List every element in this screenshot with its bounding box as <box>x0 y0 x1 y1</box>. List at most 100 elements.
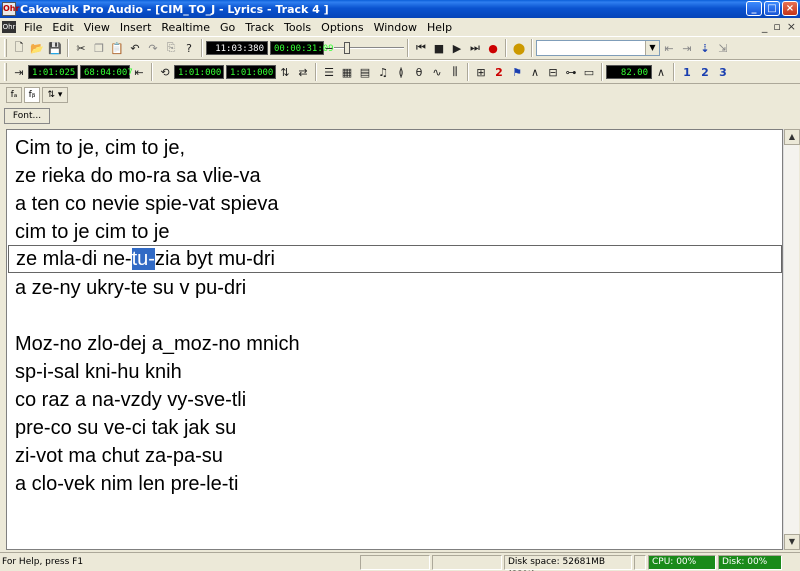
window-title: Cakewalk Pro Audio - [CIM_TO_J - Lyrics … <box>20 2 329 16</box>
piano-roll-icon[interactable]: ▦ <box>338 63 356 81</box>
menu-help[interactable]: Help <box>422 21 457 34</box>
track-select-button[interactable]: ⇅ ▾ <box>42 87 68 103</box>
loop-icon[interactable]: ⟲ <box>156 63 174 81</box>
marker-flag-icon[interactable]: ⚑ <box>508 63 526 81</box>
smpte-time-display[interactable]: 00:00:31:09 <box>270 41 334 55</box>
lyric-line[interactable]: a ze-ny ukry-te su v pu-dri <box>15 274 246 302</box>
save-icon[interactable]: 💾 <box>46 39 64 57</box>
document-icon[interactable]: Ohr <box>2 21 16 33</box>
cut-icon[interactable]: ✂ <box>72 39 90 57</box>
tempo-ratio-2-icon[interactable]: 2 <box>696 63 714 81</box>
from-marker-icon[interactable]: ⇥ <box>10 63 28 81</box>
paste-icon[interactable]: 📋 <box>108 39 126 57</box>
maximize-button[interactable]: □ <box>764 1 780 16</box>
marker-prev-icon[interactable]: ⇤ <box>660 39 678 57</box>
meter-key-icon[interactable]: 2 <box>490 63 508 81</box>
lyric-line[interactable]: a ten co nevie spie-vat spieva <box>15 190 279 218</box>
tempo-ratio-3-icon[interactable]: 3 <box>714 63 732 81</box>
loop-toggle-icon[interactable]: ⇄ <box>294 63 312 81</box>
undo-icon[interactable]: ↶ <box>126 39 144 57</box>
faders-icon[interactable]: ⊶ <box>562 63 580 81</box>
redo-icon[interactable]: ↷ <box>144 39 162 57</box>
loop-end-display[interactable]: 1:01:000 <box>226 65 276 79</box>
open-folder-icon[interactable]: 📂 <box>28 39 46 57</box>
menu-tools[interactable]: Tools <box>279 21 316 34</box>
lyric-line-current[interactable]: ze mla-di ne-tu-zia byt mu-dri <box>8 245 782 273</box>
menu-realtime[interactable]: Realtime <box>156 21 215 34</box>
lyric-line[interactable]: sp-i-sal kni-hu knih <box>15 358 182 386</box>
help-icon[interactable]: ? <box>180 39 198 57</box>
tempo-display[interactable]: 82.00 <box>606 65 652 79</box>
minimize-button[interactable]: _ <box>746 1 762 16</box>
toolbar-grip[interactable] <box>4 63 7 81</box>
scroll-up-icon[interactable]: ▲ <box>784 129 800 145</box>
lyrics-pane[interactable]: Cim to je, cim to je, ze rieka do mo-ra … <box>6 129 783 550</box>
console-icon[interactable]: ⫼ <box>446 63 464 81</box>
marker-list-icon[interactable]: ⇲ <box>714 39 732 57</box>
menu-edit[interactable]: Edit <box>47 21 78 34</box>
lyric-line[interactable]: Cim to je, cim to je, <box>15 134 185 162</box>
rewind-to-start-icon[interactable]: ⏮ <box>412 39 430 57</box>
font-button[interactable]: Font... <box>4 108 50 124</box>
menu-track[interactable]: Track <box>240 21 279 34</box>
mdi-minimize-button[interactable]: _ <box>762 20 768 33</box>
menu-file[interactable]: File <box>19 21 47 34</box>
loop-start-display[interactable]: 1:01:000 <box>174 65 224 79</box>
app-icon[interactable]: Ohr <box>2 2 19 16</box>
scroll-down-icon[interactable]: ▼ <box>784 534 800 550</box>
time-toolbar: ⇥ 1:01:025 68:04:007 ⇤ ⟲ 1:01:000 1:01:0… <box>0 60 800 84</box>
font-small-button[interactable]: fₐ <box>6 87 22 103</box>
audio-view-icon[interactable]: ∿ <box>428 63 446 81</box>
lyric-line[interactable]: zi-vot ma chut za-pa-su <box>15 442 223 470</box>
big-time-icon[interactable]: ▭ <box>580 63 598 81</box>
play-icon[interactable]: ▶ <box>448 39 466 57</box>
toolbar-grip[interactable] <box>4 39 7 57</box>
meter-icon[interactable]: θ <box>410 63 428 81</box>
font-large-button[interactable]: fᵦ <box>24 87 40 103</box>
lyric-line[interactable]: cim to je cim to je <box>15 218 169 246</box>
thru-marker-icon[interactable]: ⇤ <box>130 63 148 81</box>
now-time-slider[interactable] <box>334 41 404 55</box>
now-time-display[interactable]: 11:03:380 <box>206 41 268 55</box>
tempo-ratio-1-icon[interactable]: 1 <box>678 63 696 81</box>
marker-next-icon[interactable]: ⇥ <box>678 39 696 57</box>
lyric-line[interactable]: ze rieka do mo-ra sa vlie-va <box>15 162 261 190</box>
sysx-icon[interactable]: ⊟ <box>544 63 562 81</box>
menu-insert[interactable]: Insert <box>115 21 157 34</box>
selected-syllable[interactable]: tu- <box>131 248 155 270</box>
snap-grid-icon[interactable]: ⊞ <box>472 63 490 81</box>
slider-thumb[interactable] <box>344 42 350 54</box>
mdi-close-button[interactable]: × <box>787 20 796 33</box>
staff-icon[interactable]: ♫ <box>374 63 392 81</box>
lyric-line[interactable]: pre-co su ve-ci tak jak su <box>15 414 236 442</box>
track-view-icon[interactable]: ☰ <box>320 63 338 81</box>
from-time-display[interactable]: 1:01:025 <box>28 65 78 79</box>
chevron-down-icon[interactable]: ▼ <box>645 41 659 55</box>
loop-set-icon[interactable]: ⇅ <box>276 63 294 81</box>
lyrics-view-icon[interactable]: ∧ <box>526 63 544 81</box>
lyric-line[interactable]: a clo-vek nim len pre-le-ti <box>15 470 238 498</box>
menu-view[interactable]: View <box>79 21 115 34</box>
alert-icon[interactable]: ⬤ <box>510 39 528 57</box>
tempo-ratio-icon[interactable]: ∧ <box>652 63 670 81</box>
stop-icon[interactable]: ■ <box>430 39 448 57</box>
status-help-text: For Help, press F1 <box>2 557 84 567</box>
new-file-icon[interactable]: 🗋 <box>10 39 28 57</box>
undo-history-icon[interactable]: ⎘ <box>162 39 180 57</box>
record-icon[interactable]: ● <box>484 39 502 57</box>
menu-go[interactable]: Go <box>215 21 240 34</box>
menu-window[interactable]: Window <box>369 21 422 34</box>
mdi-restore-button[interactable]: ▫ <box>773 20 780 33</box>
copy-icon[interactable]: ❐ <box>90 39 108 57</box>
vertical-scrollbar[interactable]: ▲ ▼ <box>783 129 800 550</box>
tempo-change-icon[interactable]: ≬ <box>392 63 410 81</box>
event-list-icon[interactable]: ▤ <box>356 63 374 81</box>
menu-options[interactable]: Options <box>316 21 368 34</box>
thru-time-display[interactable]: 68:04:007 <box>80 65 133 79</box>
insert-marker-icon[interactable]: ⇣ <box>696 39 714 57</box>
go-to-end-icon[interactable]: ⏭ <box>466 39 484 57</box>
lyric-line[interactable]: co raz a na-vzdy vy-sve-tli <box>15 386 246 414</box>
close-button[interactable]: × <box>782 1 798 16</box>
marker-combo[interactable]: ▼ <box>536 40 660 56</box>
lyric-line[interactable]: Moz-no zlo-dej a_moz-no mnich <box>15 330 300 358</box>
